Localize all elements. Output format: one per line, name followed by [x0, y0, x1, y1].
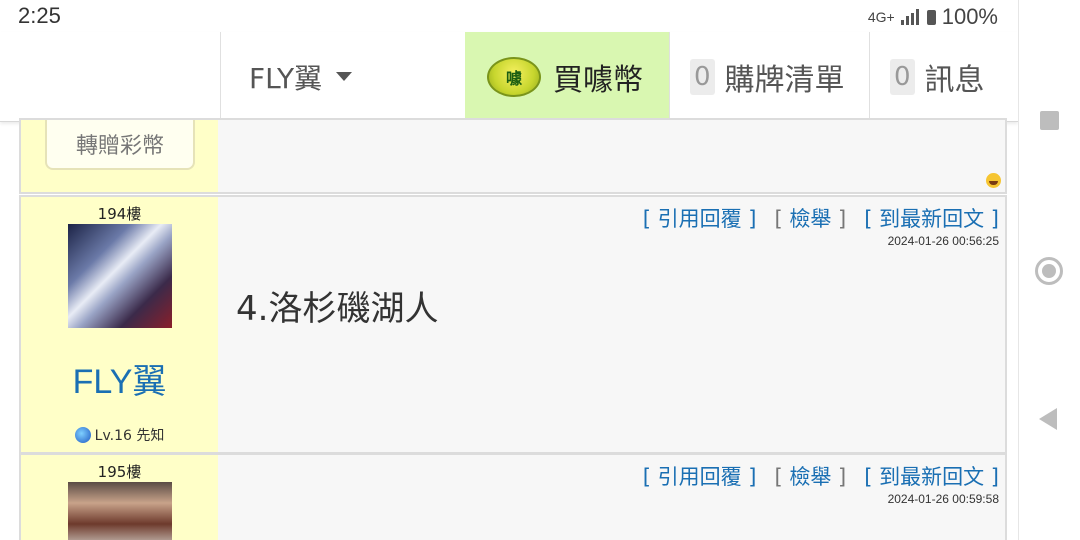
- top-nav: FLY翼 噱 買噱幣 0 購牌清單 0 訊息: [0, 32, 1018, 122]
- latest-reply-label: 到最新回文: [879, 207, 985, 231]
- coin-icon: 噱: [487, 56, 541, 97]
- recents-icon[interactable]: [1040, 111, 1059, 130]
- purchase-list-count: 0: [690, 58, 715, 95]
- buy-coins-button[interactable]: 噱 買噱幣: [465, 32, 669, 121]
- messages-label: 訊息: [924, 62, 985, 98]
- back-icon[interactable]: [1039, 408, 1057, 430]
- report-label: 檢舉: [789, 207, 832, 231]
- post-actions: [ 引用回覆 ] [ 檢舉 ] [ 到最新回文 ]: [643, 461, 999, 491]
- status-bar: 2:25 4G+ 100%: [0, 0, 1018, 32]
- user-level: Lv.16 先知: [21, 425, 218, 445]
- thread-content: 轉贈彩幣 194樓 FLY翼 Lv.16 先知 [ 引用回覆 ] [ 檢舉 ] …: [19, 118, 1007, 540]
- latest-reply-link[interactable]: [ 到最新回文 ]: [864, 461, 999, 491]
- status-icons: 4G+ 100%: [868, 4, 998, 30]
- user-level-label: Lv.16 先知: [94, 428, 165, 444]
- system-nav-bar: [1018, 0, 1080, 540]
- app-root: 2:25 4G+ 100% FLY翼 噱 買噱幣 0 購牌清單 0 訊息 轉贈彩…: [0, 0, 1080, 540]
- messages-button[interactable]: 0 訊息: [869, 32, 1018, 121]
- post-sidebar: 194樓 FLY翼 Lv.16 先知: [21, 197, 218, 452]
- report-link[interactable]: [ 檢舉 ]: [775, 461, 847, 491]
- user-menu-label: FLY翼: [249, 61, 323, 95]
- report-link[interactable]: [ 檢舉 ]: [775, 203, 847, 233]
- signal-icon: [900, 9, 921, 25]
- home-icon[interactable]: [1035, 257, 1063, 285]
- floor-number: 195樓: [97, 463, 142, 481]
- post-body: 4.洛杉磯湖人: [236, 289, 439, 329]
- floor-number: 194樓: [97, 205, 142, 223]
- username-link[interactable]: FLY翼: [21, 354, 218, 403]
- post-timestamp: 2024-01-26 00:56:25: [887, 234, 999, 248]
- avatar[interactable]: [68, 482, 172, 540]
- quote-reply-label: 引用回覆: [657, 207, 742, 231]
- battery-icon: [926, 9, 936, 25]
- post-sidebar: 195樓: [21, 455, 218, 540]
- post-sidebar: 轉贈彩幣: [21, 120, 218, 192]
- quote-reply-label: 引用回覆: [657, 465, 742, 489]
- latest-reply-link[interactable]: [ 到最新回文 ]: [864, 203, 999, 233]
- latest-reply-label: 到最新回文: [879, 465, 985, 489]
- post-actions: [ 引用回覆 ] [ 檢舉 ] [ 到最新回文 ]: [643, 203, 999, 233]
- battery-level: 100%: [941, 4, 998, 29]
- gift-coins-button[interactable]: 轉贈彩幣: [45, 120, 195, 170]
- messages-count: 0: [890, 58, 915, 95]
- post-previous: 轉贈彩幣: [19, 118, 1007, 194]
- avatar[interactable]: [68, 224, 172, 328]
- planet-icon: [74, 427, 91, 443]
- report-label: 檢舉: [789, 465, 832, 489]
- buy-coins-label: 買噱幣: [553, 62, 643, 98]
- network-type: 4G+: [867, 9, 895, 25]
- laugh-emoji-icon: [986, 173, 1001, 188]
- quote-reply-link[interactable]: [ 引用回覆 ]: [643, 461, 757, 491]
- purchase-list-label: 購牌清單: [724, 62, 845, 98]
- purchase-list-button[interactable]: 0 購牌清單: [669, 32, 869, 121]
- post-195: 195樓 [ 引用回覆 ] [ 檢舉 ] [ 到最新回文 ] 2024-01-2…: [19, 453, 1007, 540]
- post-194: 194樓 FLY翼 Lv.16 先知 [ 引用回覆 ] [ 檢舉 ] [ 到最新…: [19, 195, 1007, 454]
- status-clock: 2:25: [18, 3, 61, 28]
- user-menu[interactable]: FLY翼: [220, 32, 465, 121]
- quote-reply-link[interactable]: [ 引用回覆 ]: [643, 203, 757, 233]
- chevron-down-icon: [336, 72, 353, 81]
- post-timestamp: 2024-01-26 00:59:58: [887, 492, 999, 506]
